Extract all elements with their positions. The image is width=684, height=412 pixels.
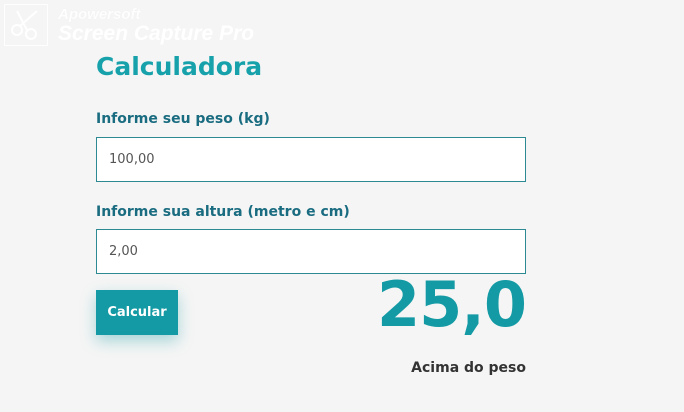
page-title: Calculadora xyxy=(96,52,263,81)
height-label: Informe sua altura (metro e cm) xyxy=(96,204,350,220)
weight-label: Informe seu peso (kg) xyxy=(96,111,270,127)
calculate-button[interactable]: Calcular xyxy=(96,290,178,335)
scissors-icon xyxy=(4,4,48,46)
watermark-brand: Apowersoft xyxy=(58,6,141,23)
weight-input[interactable] xyxy=(96,137,526,182)
bmi-result-status: Acima do peso xyxy=(411,360,526,376)
watermark-product: Screen Capture Pro xyxy=(58,22,255,45)
bmi-result-value: 25,0 xyxy=(377,268,527,341)
watermark: Apowersoft Screen Capture Pro xyxy=(4,4,254,46)
